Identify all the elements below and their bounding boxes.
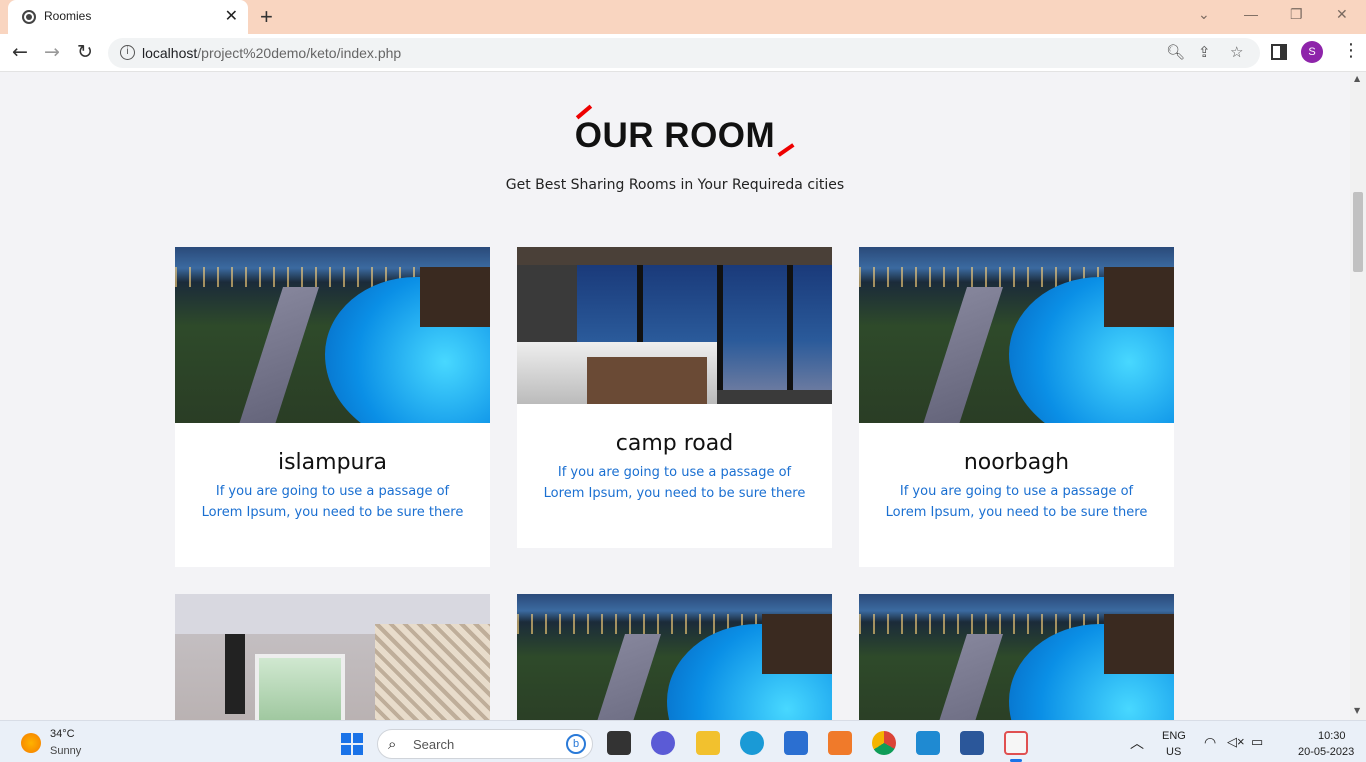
- room-card[interactable]: [859, 594, 1174, 720]
- url-text[interactable]: localhost/project%20demo/keto/index.php: [142, 45, 401, 61]
- room-card[interactable]: [517, 594, 832, 720]
- file-explorer-icon[interactable]: [696, 731, 720, 755]
- room-image: [517, 247, 832, 404]
- clock-date[interactable]: 20-05-2023: [1298, 746, 1354, 758]
- close-window-button[interactable]: ✕: [1336, 6, 1348, 23]
- store-icon[interactable]: [784, 731, 808, 755]
- page-scrollbar[interactable]: ▲ ▼: [1350, 72, 1366, 720]
- forward-arrow-icon[interactable]: →: [44, 41, 60, 63]
- globe-icon: [22, 10, 36, 24]
- room-name: camp road: [615, 431, 734, 456]
- side-panel-icon[interactable]: [1271, 44, 1287, 60]
- browser-toolbar: ← → ↻ i localhost/project%20demo/keto/in…: [0, 34, 1366, 72]
- room-name: noorbagh: [963, 450, 1070, 475]
- room-name: islampura: [277, 450, 388, 475]
- room-card[interactable]: noorbagh If you are going to use a passa…: [859, 247, 1174, 567]
- weather-condition[interactable]: Sunny: [50, 745, 81, 757]
- browser-title-bar: Roomies ✕ + ⌄ — ❐ ✕: [0, 0, 1366, 34]
- restore-button[interactable]: ❐: [1290, 6, 1303, 23]
- room-description: If you are going to use a passage of Lor…: [201, 484, 464, 520]
- room-image: [859, 594, 1174, 720]
- room-image: [175, 247, 490, 423]
- xampp-icon[interactable]: [828, 731, 852, 755]
- room-description: If you are going to use a passage of Lor…: [885, 484, 1148, 520]
- room-image: [175, 594, 490, 720]
- new-tab-button[interactable]: +: [260, 4, 273, 30]
- menu-kebab-icon[interactable]: ⋮: [1342, 40, 1360, 61]
- page-content: OUR ROOM Get Best Sharing Rooms in Your …: [0, 72, 1350, 720]
- taskbar-search[interactable]: ⌕ Search b: [377, 729, 593, 759]
- scrollbar-thumb[interactable]: [1353, 192, 1363, 272]
- bing-icon[interactable]: b: [566, 734, 586, 754]
- word-icon[interactable]: [960, 731, 984, 755]
- scroll-up-icon[interactable]: ▲: [1354, 74, 1360, 83]
- tab-search-icon[interactable]: ⌄: [1198, 6, 1210, 23]
- heading-accent-right: [777, 143, 795, 157]
- wifi-icon[interactable]: ◠: [1204, 734, 1216, 751]
- room-image: [859, 247, 1174, 423]
- clock-time[interactable]: 10:30: [1318, 730, 1346, 742]
- site-info-icon[interactable]: i: [120, 45, 135, 60]
- windows-taskbar: 34°C Sunny ⌕ Search b ︿ ENG US ◠ ◁× ▭ 10…: [0, 720, 1366, 762]
- room-card[interactable]: camp road If you are going to use a pass…: [517, 247, 832, 548]
- vscode-icon[interactable]: [916, 731, 940, 755]
- section-subheading: Get Best Sharing Rooms in Your Requireda…: [505, 177, 845, 193]
- weather-sun-icon[interactable]: [21, 733, 41, 753]
- weather-temperature[interactable]: 34°C: [50, 728, 75, 740]
- start-button[interactable]: [341, 733, 363, 755]
- chat-icon[interactable]: [651, 731, 675, 755]
- scroll-down-icon[interactable]: ▼: [1354, 706, 1360, 715]
- room-card[interactable]: [175, 594, 490, 720]
- snipping-tool-icon[interactable]: [1004, 731, 1028, 755]
- chrome-icon[interactable]: [872, 731, 896, 755]
- bookmark-star-icon[interactable]: ☆: [1230, 43, 1243, 61]
- task-view-icon[interactable]: [607, 731, 631, 755]
- search-label: Search: [413, 737, 455, 752]
- share-icon[interactable]: ⇪: [1198, 43, 1211, 61]
- minimize-button[interactable]: —: [1244, 6, 1258, 22]
- tab-title: Roomies: [44, 9, 92, 23]
- room-description: If you are going to use a passage of Lor…: [543, 465, 806, 501]
- region-indicator[interactable]: US: [1166, 746, 1181, 758]
- room-image: [517, 594, 832, 720]
- section-heading: OUR ROOM: [0, 104, 1350, 157]
- room-card[interactable]: islampura If you are going to use a pass…: [175, 247, 490, 567]
- language-indicator[interactable]: ENG: [1162, 730, 1186, 742]
- tab-close-icon[interactable]: ✕: [225, 6, 238, 26]
- tray-overflow-icon[interactable]: ︿: [1130, 733, 1144, 753]
- browser-tab[interactable]: Roomies ✕: [8, 0, 248, 34]
- profile-avatar[interactable]: S: [1301, 41, 1323, 63]
- search-icon: ⌕: [388, 735, 397, 753]
- volume-muted-icon[interactable]: ◁×: [1227, 734, 1245, 750]
- zoom-icon[interactable]: 🔍︎: [1166, 43, 1185, 61]
- edge-icon[interactable]: [740, 731, 764, 755]
- back-arrow-icon[interactable]: ←: [12, 41, 28, 63]
- reload-icon[interactable]: ↻: [77, 41, 93, 63]
- address-bar[interactable]: i localhost/project%20demo/keto/index.ph…: [108, 38, 1260, 68]
- battery-icon[interactable]: ▭: [1251, 734, 1263, 750]
